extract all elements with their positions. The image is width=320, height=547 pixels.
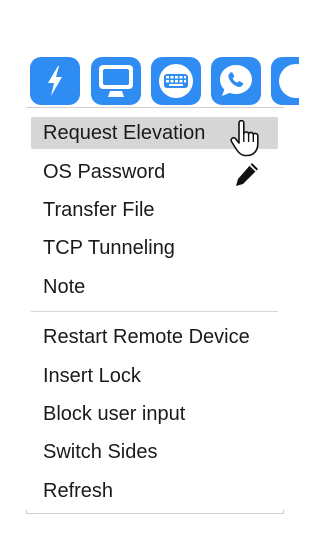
menu-item-insert-lock[interactable]: Insert Lock [31,360,278,392]
menu-item-label: Note [43,276,86,298]
menu-item-label: Switch Sides [43,441,158,463]
menu-item-block-user-input[interactable]: Block user input [31,398,278,430]
keyboard-icon [159,64,193,98]
menu-item-refresh[interactable]: Refresh [31,475,278,507]
toolbar [30,57,299,105]
lightning-icon [48,66,62,96]
menu-item-tcp-tunneling[interactable]: TCP Tunneling [31,232,278,264]
menu-item-note[interactable]: Note [31,271,278,303]
menu-item-restart-remote-device[interactable]: Restart Remote Device [31,321,278,353]
menu-item-switch-sides[interactable]: Switch Sides [31,436,278,468]
menu-item-label: Transfer File [43,199,155,221]
menu-item-label: OS Password [43,161,166,183]
menu-edge [283,510,284,514]
hand-pointer-icon [228,119,262,163]
elevate-action-button[interactable] [30,57,80,105]
pencil-icon [233,160,261,193]
menu-item-transfer-file[interactable]: Transfer File [31,194,278,226]
more-button[interactable] [271,57,299,105]
chat-phone-icon [220,65,252,96]
communication-button[interactable] [211,57,261,105]
monitor-icon [99,65,133,97]
more-icon [279,64,299,98]
menu-edge [26,510,27,514]
menu-item-label: Refresh [43,480,114,502]
menu-item-label: TCP Tunneling [43,237,175,259]
menu-item-label: Block user input [43,403,186,425]
menu-item-label: Insert Lock [43,365,141,387]
menu-item-label: Request Elevation [43,122,206,144]
keyboard-button[interactable] [151,57,201,105]
menu-separator [31,311,278,312]
display-button[interactable] [91,57,141,105]
menu-item-label: Restart Remote Device [43,326,250,348]
